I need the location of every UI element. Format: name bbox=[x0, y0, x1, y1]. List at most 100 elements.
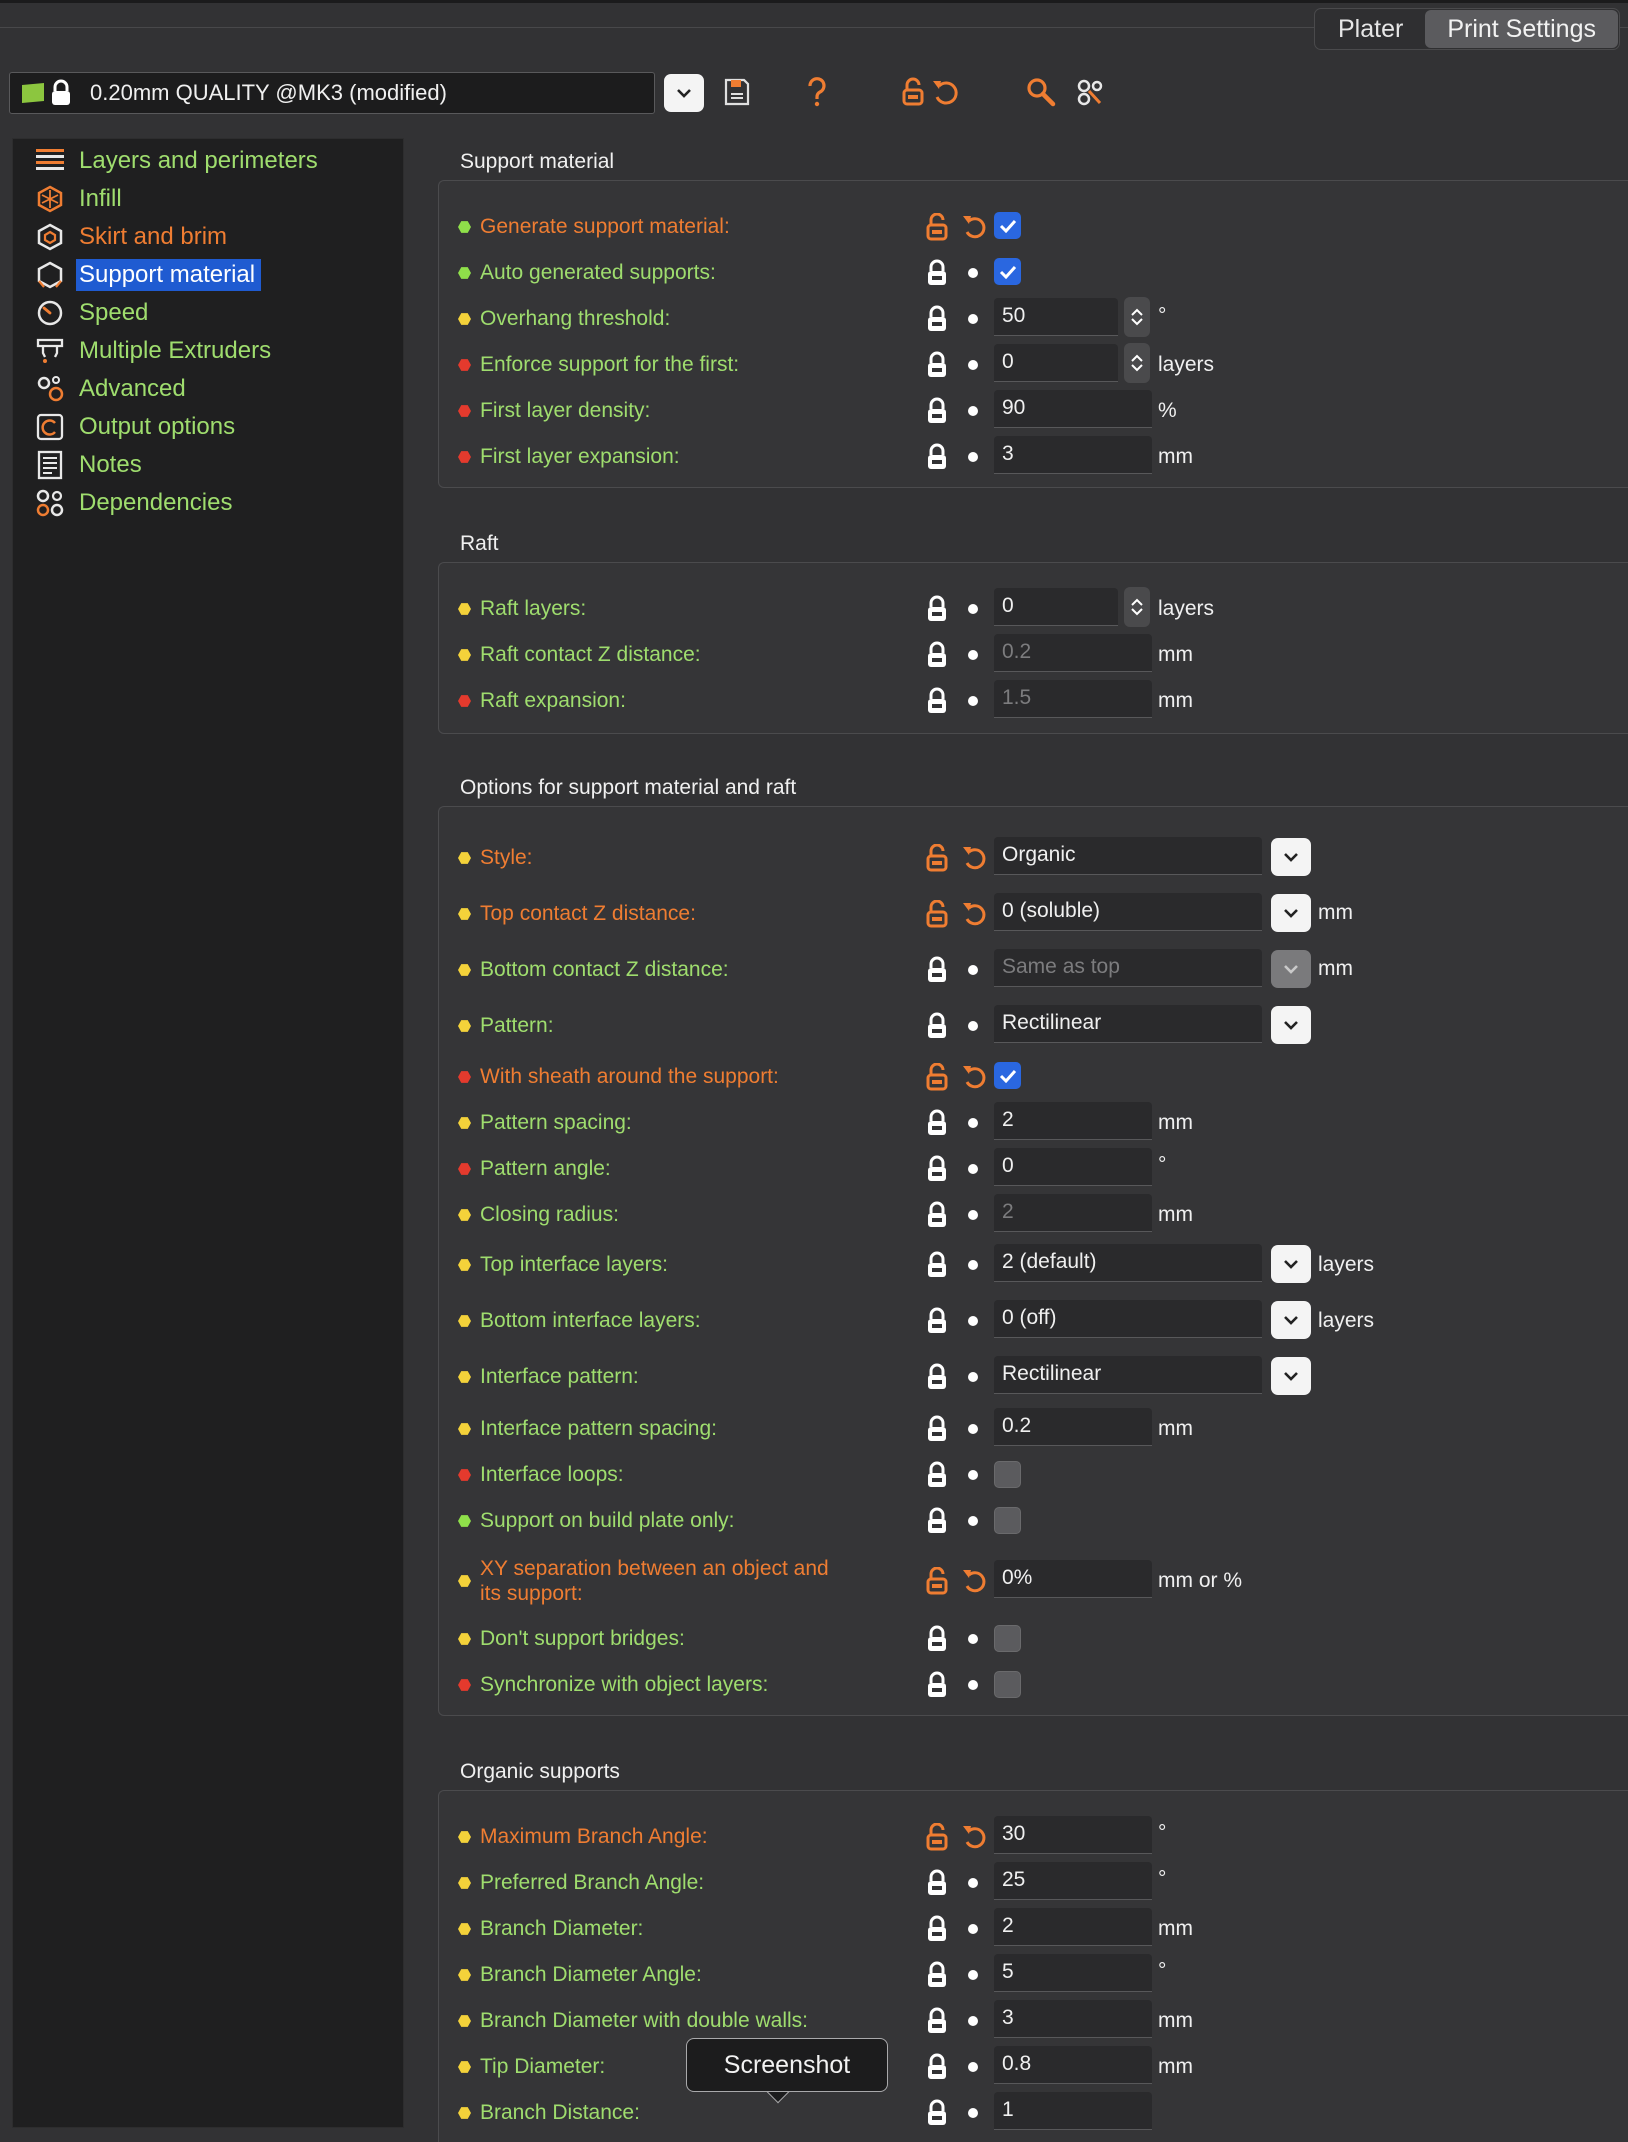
preset-selector[interactable]: 0.20mm QUALITY @MK3 (modified) bbox=[9, 72, 655, 114]
sidebar-item-skirt-brim[interactable]: Skirt and brim bbox=[34, 220, 233, 254]
system-value-bullet-icon[interactable] bbox=[968, 1424, 978, 1434]
sidebar-item-advanced[interactable]: Advanced bbox=[34, 372, 192, 406]
bottom-interface-layers-dropdown-button[interactable] bbox=[1271, 1301, 1311, 1339]
unlock-icon[interactable] bbox=[924, 898, 950, 930]
undo-icon[interactable] bbox=[960, 898, 988, 930]
system-value-bullet-icon[interactable] bbox=[968, 604, 978, 614]
unlock-icon[interactable] bbox=[924, 1821, 950, 1853]
interface-pattern-dropdown-button[interactable] bbox=[1271, 1357, 1311, 1395]
system-value-bullet-icon[interactable] bbox=[968, 2062, 978, 2072]
system-value-bullet-icon[interactable] bbox=[968, 1316, 978, 1326]
sheath-checkbox[interactable] bbox=[994, 1062, 1021, 1089]
lock-icon[interactable] bbox=[924, 2051, 950, 2083]
lock-icon[interactable] bbox=[924, 1413, 950, 1445]
lock-icon[interactable] bbox=[924, 1669, 950, 1701]
bottom-contact-z-dropdown-button[interactable] bbox=[1271, 950, 1311, 988]
generate-support-checkbox[interactable] bbox=[994, 212, 1021, 239]
lock-icon[interactable] bbox=[924, 303, 950, 335]
xy-separation-input[interactable]: 0% bbox=[994, 1560, 1152, 1598]
undo-icon[interactable] bbox=[960, 1565, 988, 1597]
max-branch-angle-input[interactable]: 30 bbox=[994, 1816, 1152, 1854]
system-value-bullet-icon[interactable] bbox=[968, 1516, 978, 1526]
raft-layers-stepper[interactable] bbox=[1124, 587, 1150, 627]
enforce-support-layers-stepper[interactable] bbox=[1124, 343, 1150, 383]
overhang-threshold-input[interactable]: 50 bbox=[994, 298, 1118, 336]
top-interface-layers-dropdown-button[interactable] bbox=[1271, 1245, 1311, 1283]
raft-layers-input[interactable]: 0 bbox=[994, 588, 1118, 626]
pattern-angle-input[interactable]: 0 bbox=[994, 1148, 1152, 1186]
preferred-branch-angle-input[interactable]: 25 bbox=[994, 1862, 1152, 1900]
lock-icon[interactable] bbox=[924, 1199, 950, 1231]
sidebar-item-support-material[interactable]: Support material bbox=[34, 258, 262, 292]
lock-icon[interactable] bbox=[924, 593, 950, 625]
branch-distance-input[interactable]: 1 bbox=[994, 2092, 1152, 2130]
system-value-bullet-icon[interactable] bbox=[968, 1260, 978, 1270]
interface-pattern-select[interactable]: Rectilinear bbox=[994, 1356, 1262, 1394]
lock-icon[interactable] bbox=[924, 639, 950, 671]
save-preset-button[interactable] bbox=[720, 72, 754, 112]
system-value-bullet-icon[interactable] bbox=[968, 1470, 978, 1480]
lock-icon[interactable] bbox=[924, 441, 950, 473]
system-value-bullet-icon[interactable] bbox=[968, 1164, 978, 1174]
system-value-bullet-icon[interactable] bbox=[968, 1878, 978, 1888]
system-value-bullet-icon[interactable] bbox=[968, 1118, 978, 1128]
system-value-bullet-icon[interactable] bbox=[968, 360, 978, 370]
sidebar-item-notes[interactable]: Notes bbox=[34, 448, 148, 482]
sidebar-item-layers-perimeters[interactable]: Layers and perimeters bbox=[34, 144, 324, 178]
style-dropdown-button[interactable] bbox=[1271, 838, 1311, 876]
lock-icon[interactable] bbox=[924, 1107, 950, 1139]
lock-icon[interactable] bbox=[924, 1459, 950, 1491]
help-button[interactable] bbox=[800, 72, 834, 112]
lock-icon[interactable] bbox=[924, 1913, 950, 1945]
system-value-bullet-icon[interactable] bbox=[968, 965, 978, 975]
synchronize-layers-checkbox[interactable] bbox=[994, 1671, 1021, 1698]
tab-plater[interactable]: Plater bbox=[1316, 10, 1425, 48]
system-value-bullet-icon[interactable] bbox=[968, 1924, 978, 1934]
lock-icon[interactable] bbox=[924, 395, 950, 427]
system-value-bullet-icon[interactable] bbox=[968, 1680, 978, 1690]
unlock-icon[interactable] bbox=[924, 211, 950, 243]
lock-icon[interactable] bbox=[924, 1623, 950, 1655]
system-value-bullet-icon[interactable] bbox=[968, 696, 978, 706]
undo-icon[interactable] bbox=[960, 211, 988, 243]
undo-icon[interactable] bbox=[960, 1821, 988, 1853]
unlock-icon[interactable] bbox=[924, 842, 950, 874]
system-value-bullet-icon[interactable] bbox=[968, 314, 978, 324]
pattern-select[interactable]: Rectilinear bbox=[994, 1005, 1262, 1043]
bottom-interface-layers-select[interactable]: 0 (off) bbox=[994, 1300, 1262, 1338]
system-value-bullet-icon[interactable] bbox=[968, 1021, 978, 1031]
style-select[interactable]: Organic bbox=[994, 837, 1262, 875]
system-value-bullet-icon[interactable] bbox=[968, 2016, 978, 2026]
search-button[interactable] bbox=[1024, 72, 1058, 112]
lock-icon[interactable] bbox=[924, 1867, 950, 1899]
auto-generated-supports-checkbox[interactable] bbox=[994, 258, 1021, 285]
lock-icon[interactable] bbox=[924, 1010, 950, 1042]
branch-diameter-input[interactable]: 2 bbox=[994, 1908, 1152, 1946]
system-value-bullet-icon[interactable] bbox=[968, 1970, 978, 1980]
top-contact-z-dropdown-button[interactable] bbox=[1271, 894, 1311, 932]
lock-icon[interactable] bbox=[924, 954, 950, 986]
system-value-bullet-icon[interactable] bbox=[968, 1210, 978, 1220]
lock-icon[interactable] bbox=[924, 1305, 950, 1337]
pattern-dropdown-button[interactable] bbox=[1271, 1006, 1311, 1044]
closing-radius-input[interactable]: 2 bbox=[994, 1194, 1152, 1232]
undo-icon[interactable] bbox=[960, 1061, 988, 1093]
raft-contact-z-input[interactable]: 0.2 bbox=[994, 634, 1152, 672]
system-value-bullet-icon[interactable] bbox=[968, 1372, 978, 1382]
lock-icon[interactable] bbox=[924, 685, 950, 717]
top-contact-z-select[interactable]: 0 (soluble) bbox=[994, 893, 1262, 931]
system-value-bullet-icon[interactable] bbox=[968, 650, 978, 660]
tab-print-settings[interactable]: Print Settings bbox=[1425, 10, 1618, 48]
system-value-bullet-icon[interactable] bbox=[968, 406, 978, 416]
dont-support-bridges-checkbox[interactable] bbox=[994, 1625, 1021, 1652]
unlock-all-button[interactable] bbox=[898, 72, 928, 112]
unlock-icon[interactable] bbox=[924, 1565, 950, 1597]
first-layer-expansion-input[interactable]: 3 bbox=[994, 436, 1152, 474]
interface-loops-checkbox[interactable] bbox=[994, 1461, 1021, 1488]
lock-icon[interactable] bbox=[924, 1505, 950, 1537]
system-value-bullet-icon[interactable] bbox=[968, 2108, 978, 2118]
bottom-contact-z-select[interactable]: Same as top bbox=[994, 949, 1262, 987]
lock-icon[interactable] bbox=[924, 1249, 950, 1281]
unlock-icon[interactable] bbox=[924, 1061, 950, 1093]
lock-icon[interactable] bbox=[924, 2097, 950, 2129]
